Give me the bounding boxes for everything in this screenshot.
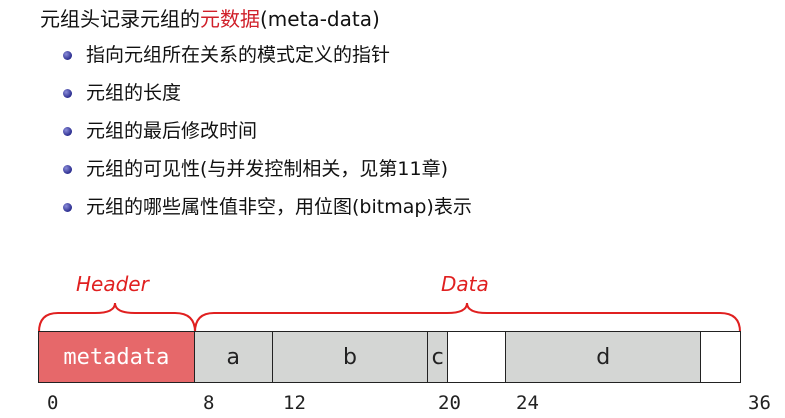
field-gap — [447, 332, 507, 382]
tick-label: 24 — [516, 392, 539, 414]
tick-label: 20 — [438, 392, 461, 414]
tuple-record: metadata a b c d — [38, 331, 741, 383]
tick-label: 36 — [748, 392, 771, 414]
field-a: a — [194, 332, 273, 382]
field-null-bitmap-gap — [701, 332, 740, 382]
field-d: d — [506, 332, 702, 382]
tick-label: 0 — [47, 392, 59, 414]
header-brace — [38, 302, 196, 333]
tick-label: 12 — [283, 392, 306, 414]
field-b: b — [272, 332, 429, 382]
data-brace — [194, 302, 741, 333]
tick-label: 8 — [203, 392, 215, 414]
field-c: c — [428, 332, 448, 382]
field-metadata: metadata — [39, 332, 195, 382]
